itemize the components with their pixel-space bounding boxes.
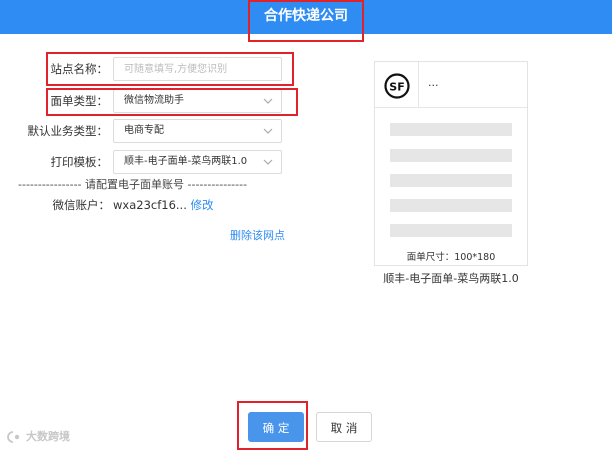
waybill-type-select[interactable]: 微信物流助手 — [113, 89, 282, 113]
preview-header: SF ... — [375, 62, 527, 108]
preview-header-placeholder: ... — [428, 76, 439, 89]
edit-account-link[interactable]: 修改 — [191, 198, 214, 212]
cancel-button[interactable]: 取 消 — [316, 412, 372, 442]
site-name-input[interactable] — [113, 57, 282, 81]
waybill-size-text: 面单尺寸：100*180 — [406, 252, 496, 263]
waybill-type-label: 面单类型： — [50, 94, 109, 108]
preview-placeholder-bar — [390, 174, 512, 187]
waybill-type-value: 微信物流助手 — [124, 95, 184, 106]
business-type-value: 电商专配 — [124, 125, 164, 136]
preview-placeholder-bar — [390, 149, 512, 162]
business-type-label-wrap: 默认业务类型： — [0, 119, 109, 143]
wechat-account-row: wxa23cf16... 修改 — [113, 198, 214, 212]
svg-text:SF: SF — [389, 81, 404, 94]
wechat-account-value: wxa23cf16... — [113, 198, 187, 212]
chevron-down-icon — [263, 128, 273, 134]
print-template-label: 打印模板： — [50, 155, 109, 169]
business-type-label: 默认业务类型： — [27, 124, 109, 138]
watermark-logo-icon — [7, 431, 20, 443]
sf-express-logo: SF — [384, 73, 410, 99]
preview-template-name: 顺丰-电子面单-菜鸟两联1.0 — [383, 272, 519, 285]
preview-header-divider — [418, 62, 419, 107]
dialog-title: 合作快递公司 — [264, 8, 348, 24]
preview-placeholder-bar — [390, 224, 512, 237]
waybill-type-label-wrap: 面单类型： — [0, 89, 109, 113]
print-template-select[interactable]: 顺丰-电子面单-菜鸟两联1.0 — [113, 150, 282, 174]
delete-site-link[interactable]: 删除该网点 — [230, 229, 285, 243]
chevron-down-icon — [263, 98, 273, 104]
account-config-divider: ---------------- 请配置电子面单账号 -------------… — [18, 178, 248, 191]
watermark-text: 大数跨境 — [26, 430, 70, 443]
print-template-label-wrap: 打印模板： — [0, 150, 109, 174]
site-name-label-wrap: 站点名称： — [0, 57, 109, 81]
business-type-select[interactable]: 电商专配 — [113, 119, 282, 143]
confirm-button[interactable]: 确 定 — [248, 412, 304, 442]
waybill-preview: SF ... 面单尺寸：100*180 — [374, 61, 528, 266]
wechat-account-label: 微信账户： — [52, 198, 111, 212]
print-template-value: 顺丰-电子面单-菜鸟两联1.0 — [124, 156, 248, 167]
preview-placeholder-bar — [390, 199, 512, 212]
preview-placeholder-bar — [390, 123, 512, 136]
site-name-label: 站点名称： — [50, 62, 109, 76]
chevron-down-icon — [263, 159, 273, 165]
